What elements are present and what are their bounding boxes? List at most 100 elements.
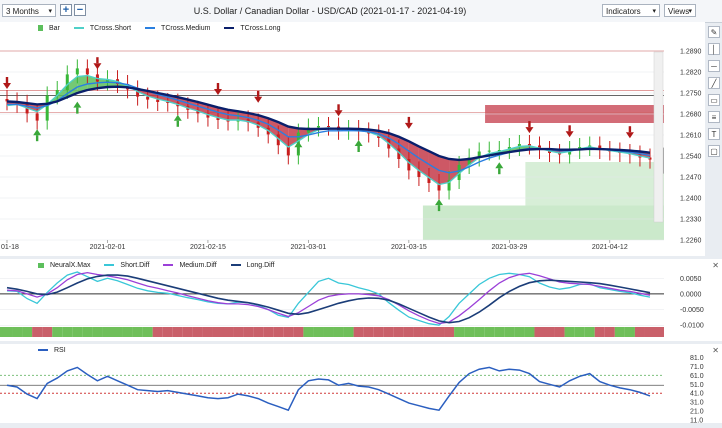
legend-short: TCross.Short (74, 25, 137, 32)
neuralx-block (143, 327, 153, 337)
rsi-y-tick: 51.0 (690, 382, 704, 389)
sell-arrow-icon (254, 97, 262, 103)
neuralx-block (424, 327, 434, 337)
price-chart[interactable]: 1.28901.28201.27501.26801.26101.25401.24… (0, 22, 705, 256)
neuralx-block (384, 327, 394, 337)
time-range-select[interactable]: 3 Months▾ (2, 4, 56, 17)
neuralx-block (394, 327, 404, 337)
neuralx-block (454, 327, 464, 337)
neuralx-block (625, 327, 635, 337)
rsi-y-tick: 61.0 (690, 373, 704, 380)
neuralx-block (52, 327, 62, 337)
candle-body (146, 97, 149, 100)
sell-arrow-icon (528, 121, 530, 127)
add-button[interactable]: + (60, 4, 72, 16)
buy-arrow-icon (438, 205, 440, 211)
legend-medium: TCross.Medium (145, 25, 216, 32)
neuralx-block (123, 327, 133, 337)
sell-arrow-icon (408, 117, 410, 123)
sell-arrow-icon (3, 83, 11, 89)
long-swatch-icon (224, 27, 234, 29)
buy-arrow-icon (177, 121, 179, 127)
neuralx-block (534, 327, 544, 337)
price-y-tick: 1.2750 (680, 91, 702, 98)
pencil-icon[interactable]: ✎ (708, 26, 720, 38)
buy-arrow-icon (355, 140, 363, 146)
diff-y-tick: -0.0050 (680, 307, 704, 314)
neuralx-block (293, 327, 303, 337)
neuralx-block (474, 327, 484, 337)
neuralx-block (283, 327, 293, 337)
chevron-down-icon: ▾ (48, 5, 52, 18)
sell-arrow-icon (405, 123, 413, 129)
neuralx-block (0, 327, 12, 337)
diff-panel: 0.00500.0000-0.0050-0.0100 NeuralX.Max S… (0, 259, 722, 341)
toolbar: 3 Months▾ + − U.S. Dollar / Canadian Dol… (0, 0, 722, 23)
comment-icon[interactable]: ▢ (708, 145, 720, 157)
diff-y-tick: -0.0100 (680, 323, 704, 330)
neuralx-block (615, 327, 625, 337)
price-x-tick: 2021-03-15 (391, 244, 427, 251)
bar-swatch-icon (38, 25, 43, 31)
sell-arrow-icon (629, 126, 631, 132)
neuralx-block (323, 327, 333, 337)
legend-neuralx-label: NeuralX.Max (50, 262, 90, 269)
legend-shortdiff: Short.Diff (104, 262, 155, 269)
neuralx-block (504, 327, 514, 337)
candle-body (36, 113, 39, 120)
horizontal-line-icon[interactable]: ─ (708, 60, 720, 72)
price-x-tick: 2021-02-01 (90, 244, 126, 251)
rectangle-icon[interactable]: ▭ (708, 94, 720, 106)
sell-arrow-icon (337, 104, 339, 110)
neuralx-block (183, 327, 193, 337)
trend-line-icon[interactable]: ╱ (708, 77, 720, 89)
views-select[interactable]: Views▾ (664, 4, 696, 17)
remove-button[interactable]: − (74, 4, 86, 16)
rsi-y-tick: 11.0 (690, 418, 703, 424)
fibonacci-icon[interactable]: ≡ (708, 111, 720, 123)
neuralx-block (153, 327, 163, 337)
views-label: Views (668, 7, 689, 16)
indicators-select[interactable]: Indicators▾ (602, 4, 660, 17)
neuralx-block (243, 327, 253, 337)
neuralx-block (12, 327, 22, 337)
close-icon[interactable]: ✕ (712, 346, 719, 355)
neuralx-block (374, 327, 384, 337)
candle-body (46, 95, 49, 120)
neuralx-block (213, 327, 223, 337)
neuralx-block (545, 327, 555, 337)
neuralx-block (575, 327, 585, 337)
buy-arrow-icon (495, 162, 503, 168)
legend-longdiff-label: Long.Diff (247, 262, 275, 269)
neuralx-block (605, 327, 615, 337)
legend-rsi-label: RSI (54, 347, 66, 354)
legend-neuralx: NeuralX.Max (38, 262, 96, 269)
legend-bar: Bar (38, 25, 66, 32)
neuralx-block (62, 327, 72, 337)
neuralx-block (133, 327, 143, 337)
buy-arrow-icon (36, 135, 38, 141)
neuralx-block (233, 327, 243, 337)
text-tool-icon[interactable]: T (708, 128, 720, 140)
chevron-down-icon: ▾ (652, 5, 656, 18)
diff-chart[interactable]: 0.00500.0000-0.0050-0.0100 (0, 259, 722, 341)
neuralx-block (524, 327, 534, 337)
neuralx-block (484, 327, 494, 337)
neuralx-block (92, 327, 102, 337)
sell-arrow-icon (6, 77, 8, 83)
rsi-chart[interactable]: 81.071.061.051.041.031.021.011.0 (0, 344, 722, 423)
medium-swatch-icon (145, 27, 155, 29)
price-scrollbar (654, 52, 663, 222)
price-legend: Bar TCross.Short TCross.Medium TCross.Lo… (38, 25, 292, 32)
neuralx-block (404, 327, 414, 337)
vertical-line-icon[interactable]: │ (708, 43, 720, 55)
neuralx-block (555, 327, 565, 337)
close-icon[interactable]: ✕ (712, 261, 719, 270)
neuralx-block (273, 327, 283, 337)
legend-medium-label: TCross.Medium (161, 25, 210, 32)
price-y-tick: 1.2330 (680, 217, 702, 224)
legend-rsi: RSI (38, 347, 72, 354)
price-x-tick: 2021-03-01 (291, 244, 327, 251)
price-y-tick: 1.2890 (680, 49, 702, 56)
legend-short-label: TCross.Short (90, 25, 131, 32)
